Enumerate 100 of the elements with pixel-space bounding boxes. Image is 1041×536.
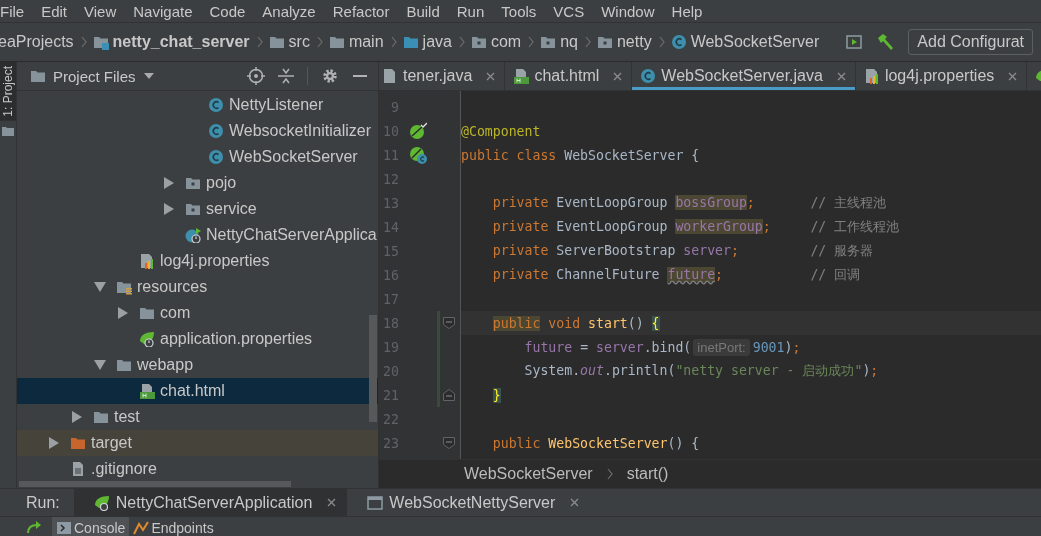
close-icon[interactable] — [612, 70, 624, 82]
leaf-icon — [139, 331, 155, 347]
dropdown-caret-icon[interactable] — [143, 73, 154, 79]
breadcrumb-item[interactable]: com — [490, 33, 522, 51]
menu-item[interactable]: Code — [200, 2, 254, 20]
code-line: System.out.println("netty server - 启动成功"); — [523, 362, 879, 380]
menu-item[interactable]: Tools — [492, 2, 545, 20]
editor-tab[interactable]: log4j.properties — [855, 62, 1028, 90]
folder-icon — [268, 34, 285, 50]
breadcrumb-item[interactable]: WebSocketServer — [690, 33, 820, 51]
panel-title[interactable]: Project Files — [53, 67, 136, 85]
console-tab[interactable]: Console — [52, 517, 130, 536]
fold-icon — [443, 317, 455, 329]
chevron-icon — [528, 36, 535, 48]
java-file-icon — [382, 68, 398, 84]
class-icon — [208, 123, 224, 139]
code-line: private EventLoopGroup bossGroup; // 主线程池 — [491, 194, 887, 212]
tree-item[interactable]: pojo — [17, 170, 378, 196]
run-tab[interactable]: NettyChatServerApplication — [73, 489, 348, 516]
code-line: @Component — [461, 123, 541, 139]
run-window-icon[interactable] — [846, 34, 863, 50]
menu-item[interactable]: View — [75, 2, 125, 20]
tree-item[interactable]: webapp — [17, 352, 378, 378]
tree-item[interactable]: target — [17, 430, 378, 456]
breadcrumb-item[interactable]: start() — [626, 465, 669, 483]
folder-icon — [139, 305, 155, 321]
package-icon — [470, 34, 487, 50]
console-icon — [56, 519, 72, 536]
scrollbar[interactable] — [369, 315, 377, 422]
tree-item[interactable]: NettyListener — [17, 92, 378, 118]
window-icon — [367, 494, 384, 511]
html-file-icon — [139, 383, 155, 399]
expanded-arrow-icon[interactable] — [94, 281, 106, 293]
menu-item[interactable]: VCS — [544, 2, 593, 20]
collapsed-arrow-icon[interactable] — [48, 437, 60, 449]
breadcrumb-item[interactable]: WebSocketServer — [464, 465, 593, 483]
menu-item[interactable]: Refactor — [323, 2, 398, 20]
resources-folder-icon — [116, 279, 132, 295]
scrollbar[interactable] — [19, 481, 291, 487]
package-icon — [540, 34, 557, 50]
tree-item[interactable]: WebsocketInitializer — [17, 118, 378, 144]
menu-item[interactable]: Window — [592, 2, 663, 20]
close-icon[interactable] — [485, 70, 497, 82]
chevron-icon — [458, 36, 465, 48]
class-icon — [670, 34, 687, 50]
menu-item[interactable]: Navigate — [124, 2, 201, 20]
menu-item[interactable]: File — [0, 2, 33, 20]
collapsed-arrow-icon[interactable] — [163, 203, 175, 215]
menu-item[interactable]: Edit — [32, 2, 76, 20]
menu-item[interactable]: Run — [447, 2, 493, 20]
breadcrumb-item[interactable]: main — [348, 33, 384, 51]
tree-item[interactable]: log4j.properties — [17, 248, 378, 274]
folder-icon — [93, 409, 109, 425]
hammer-icon[interactable] — [876, 33, 895, 51]
menu-item[interactable]: Analyze — [253, 2, 324, 20]
expanded-arrow-icon[interactable] — [94, 359, 106, 371]
tool-window-tab[interactable]: 1: Project — [0, 62, 16, 121]
editor-tab[interactable]: WebSocketServer.java — [632, 62, 856, 90]
tree-item[interactable]: chat.html — [17, 378, 378, 404]
folder-icon — [402, 34, 419, 50]
package-icon — [185, 201, 201, 217]
settings-icon[interactable] — [321, 67, 339, 85]
tree-item[interactable]: NettyChatServerApplica — [17, 222, 378, 248]
close-icon[interactable] — [835, 70, 847, 82]
spring-class-icon — [185, 227, 201, 243]
close-icon[interactable] — [569, 497, 581, 508]
chevron-icon — [80, 36, 87, 48]
leaf-icon — [93, 494, 110, 511]
folder-icon — [70, 435, 86, 451]
package-icon — [185, 175, 201, 191]
breadcrumb-item[interactable]: netty_chat_server — [112, 33, 250, 51]
close-icon[interactable] — [1007, 70, 1019, 82]
run-tab[interactable]: WebSocketNettyServer — [347, 489, 591, 516]
tree-item[interactable]: service — [17, 196, 378, 222]
menu-item[interactable]: Help — [662, 2, 711, 20]
collapsed-arrow-icon[interactable] — [117, 307, 129, 319]
console-tab[interactable]: Endpoints — [129, 517, 218, 536]
collapsed-arrow-icon[interactable] — [163, 177, 175, 189]
menu-item[interactable]: Build — [397, 2, 448, 20]
tree-item[interactable]: test — [17, 404, 378, 430]
add-configuration-button[interactable]: Add Configurat — [908, 29, 1034, 55]
rerun-icon[interactable] — [26, 520, 42, 535]
tree-item[interactable]: WebSocketServer — [17, 144, 378, 170]
html-file-icon — [513, 68, 530, 84]
tree-item[interactable]: .gitignore — [17, 456, 378, 482]
tree-item[interactable]: application.properties — [17, 326, 378, 352]
collapsed-arrow-icon[interactable] — [71, 411, 83, 423]
editor-tab[interactable]: tener.java — [379, 62, 506, 90]
collapse-all-icon[interactable] — [278, 67, 294, 85]
breadcrumb-item[interactable]: netty — [616, 33, 652, 51]
locate-icon[interactable] — [247, 67, 265, 85]
fold-icon — [443, 437, 455, 449]
folder-icon — [328, 34, 345, 50]
close-icon[interactable] — [326, 497, 338, 508]
breadcrumb-item[interactable]: src — [288, 33, 310, 51]
breadcrumb-item[interactable]: java — [422, 33, 452, 51]
tree-item[interactable]: com — [17, 300, 378, 326]
tree-item[interactable]: resources — [17, 274, 378, 300]
folder-icon — [2, 124, 14, 137]
breadcrumb-item[interactable]: nq — [560, 33, 578, 51]
